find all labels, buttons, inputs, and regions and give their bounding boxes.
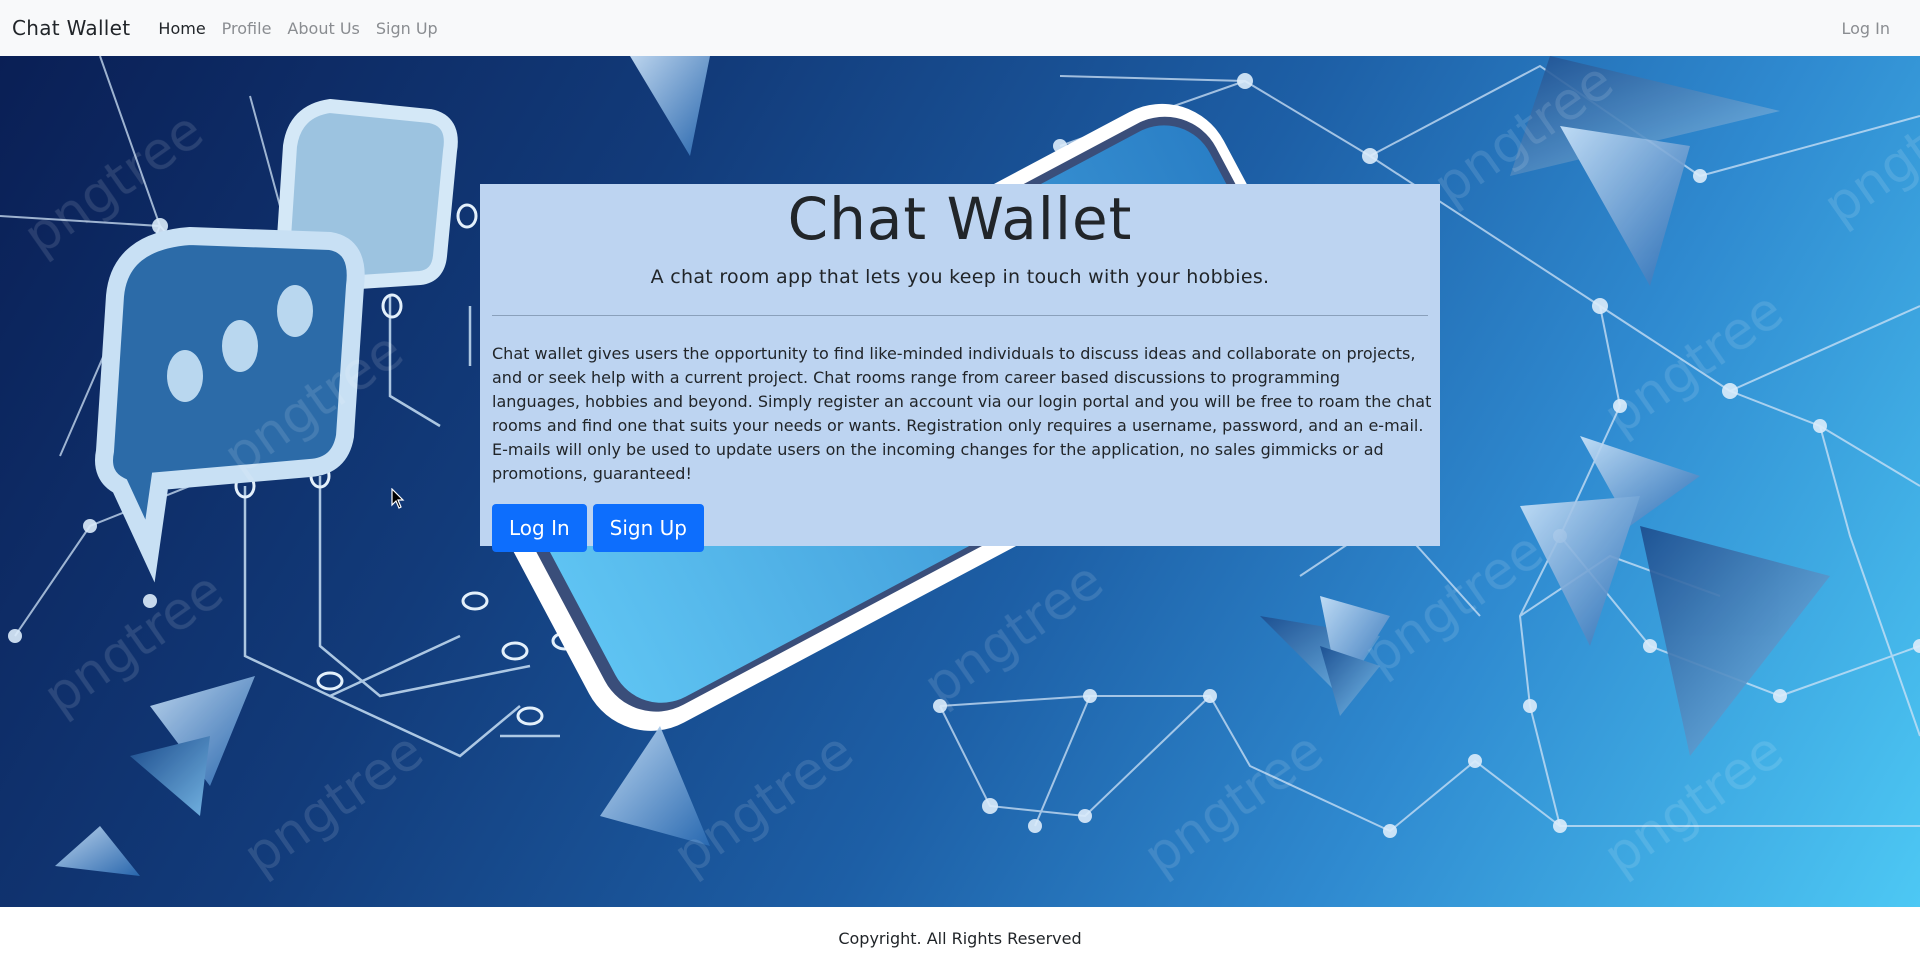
navbar: Chat Wallet Home Profile About Us Sign U… [0,0,1920,56]
watermark-text: pngtree [663,721,864,887]
watermark-text: pngtree [1593,281,1794,447]
nav-links: Home Profile About Us Sign Up [150,19,445,38]
nav-link-log-in[interactable]: Log In [1833,19,1898,38]
page-title: Chat Wallet [787,185,1133,253]
sign-up-button[interactable]: Sign Up [592,504,704,552]
lead-text: A chat room app that lets you keep in to… [650,266,1270,288]
navbar-brand[interactable]: Chat Wallet [12,16,130,40]
nav-link-sign-up[interactable]: Sign Up [368,19,446,38]
nav-link-about-us[interactable]: About Us [279,19,367,38]
watermark-text: pngtree [233,721,434,887]
button-row: Log In Sign Up [492,504,1428,552]
divider [492,315,1428,316]
mouse-cursor-icon [391,488,405,509]
footer: Copyright. All Rights Reserved [0,907,1920,969]
copyright-text: Copyright. All Rights Reserved [838,928,1082,948]
log-in-button[interactable]: Log In [492,504,587,552]
jumbotron-card: Chat Wallet A chat room app that lets yo… [480,184,1440,552]
hero-background: pngtree pngtree pngtree pngtree pngtree … [0,56,1920,907]
nav-link-home[interactable]: Home [150,19,213,38]
watermark-text: pngtree [1813,71,1920,237]
nav-link-profile[interactable]: Profile [214,19,280,38]
watermark-text: pngtree [1133,721,1334,887]
description-text: Chat wallet gives users the opportunity … [492,344,1432,483]
